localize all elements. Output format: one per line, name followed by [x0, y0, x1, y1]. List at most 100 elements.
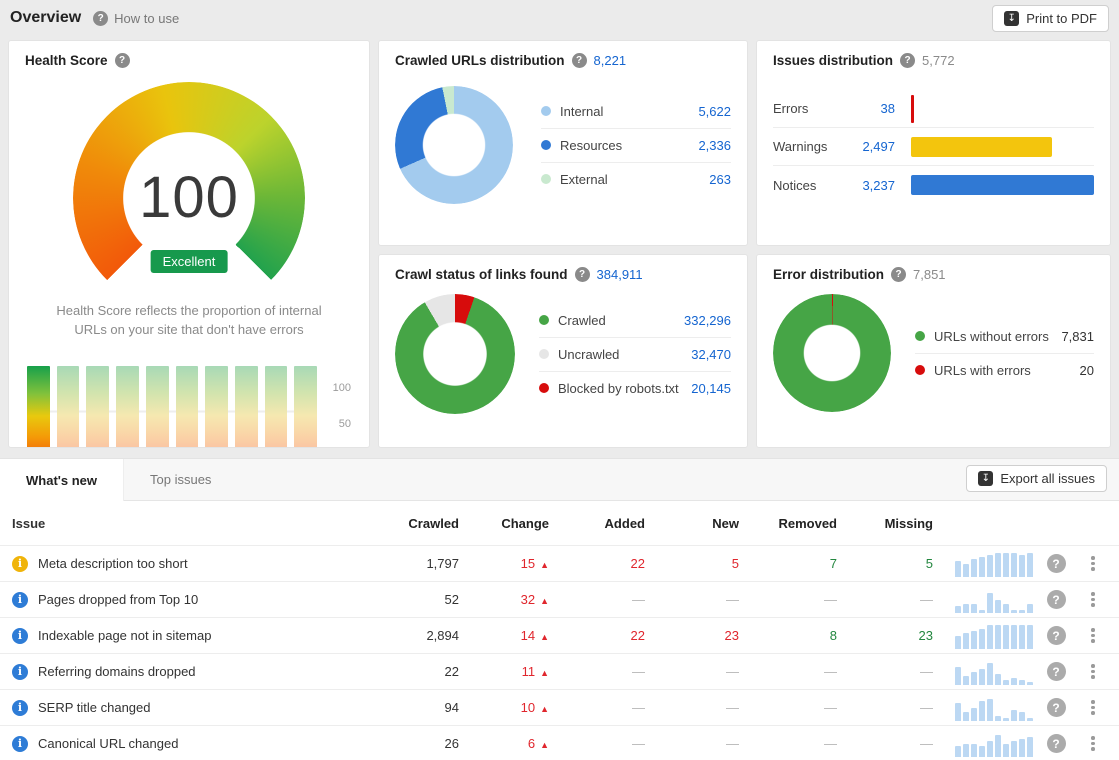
issues-row-notices: Notices 3,237	[773, 166, 1094, 204]
legend-value[interactable]: 263	[709, 172, 731, 187]
legend-value[interactable]: 332,296	[684, 313, 731, 328]
issue-name[interactable]: Indexable page not in sitemap	[38, 628, 211, 643]
card-health-score: Health Score ? 100 Excellent Health Scor…	[8, 40, 370, 448]
health-score-history-chart: 100 50 0	[25, 365, 353, 447]
kebab-menu-icon[interactable]	[1088, 697, 1098, 718]
legend-value[interactable]: 32,470	[691, 347, 731, 362]
history-bar	[234, 365, 258, 447]
health-score-gauge: 100 Excellent	[73, 82, 305, 314]
question-icon[interactable]: ?	[574, 267, 590, 282]
history-bars	[27, 365, 318, 447]
errors-bar	[911, 94, 914, 123]
table-row[interactable]: i Meta description too short 1,797 15 ▲ 2…	[0, 545, 1119, 581]
issues-total: 5,772	[922, 53, 955, 68]
export-all-issues-button[interactable]: ↧ Export all issues	[966, 465, 1107, 492]
card-crawled-urls-distribution: Crawled URLs distribution ? 8,221 Intern…	[378, 40, 748, 246]
removed-count: —	[824, 736, 837, 751]
question-icon[interactable]: ?	[891, 267, 906, 282]
kebab-menu-icon[interactable]	[1088, 661, 1098, 682]
trend-sparkline	[955, 731, 1033, 757]
legend-dot-external	[541, 174, 551, 184]
issues-row-errors: Errors 38	[773, 90, 1094, 128]
legend-value[interactable]: 20,145	[691, 381, 731, 396]
tab-strip: What's new Top issues ↧ Export all issue…	[0, 459, 1119, 501]
severity-icon: i	[12, 735, 28, 752]
table-row[interactable]: i Pages dropped from Top 10 52 32 ▲ — — —…	[0, 581, 1119, 617]
print-to-pdf-button[interactable]: ↧ Print to PDF	[992, 4, 1109, 32]
how-to-use-link[interactable]: ? How to use	[93, 10, 179, 26]
col-added[interactable]: Added	[549, 516, 645, 531]
new-count: —	[726, 592, 739, 607]
legend-value: 20	[1079, 362, 1094, 378]
change-up-triangle-icon: ▲	[540, 632, 549, 642]
change-up-triangle-icon: ▲	[540, 740, 549, 750]
notices-bar	[911, 175, 1094, 195]
issue-name[interactable]: Referring domains dropped	[38, 664, 196, 679]
issue-name[interactable]: SERP title changed	[38, 700, 151, 715]
change-value: 11	[521, 664, 536, 679]
health-score-badge: Excellent	[150, 250, 228, 273]
help-icon[interactable]: ?	[1046, 698, 1066, 717]
help-icon[interactable]: ?	[1046, 590, 1066, 609]
history-bar	[145, 365, 169, 447]
legend-item: Internal 5,622	[541, 95, 731, 129]
added-count: 22	[630, 556, 645, 571]
table-row[interactable]: i Indexable page not in sitemap 2,894 14…	[0, 617, 1119, 653]
crawl-status-legend: Crawled 332,296 Uncrawled 32,470 Blocked…	[539, 304, 731, 405]
removed-count: —	[824, 664, 837, 679]
crawled-count: 22	[444, 664, 459, 679]
legend-value[interactable]: 2,336	[698, 138, 731, 153]
legend-dot-internal	[541, 106, 551, 116]
history-bar	[86, 365, 110, 447]
help-icon[interactable]: ?	[1046, 662, 1066, 681]
col-new[interactable]: New	[645, 516, 739, 531]
trend-sparkline	[955, 695, 1033, 721]
card-title: Crawl status of links found	[395, 267, 568, 282]
kebab-menu-icon[interactable]	[1088, 553, 1098, 574]
history-bar	[116, 365, 139, 447]
legend-dot-crawled	[539, 315, 549, 325]
missing-count: 23	[918, 628, 933, 643]
removed-count: 8	[829, 628, 837, 643]
legend-item: URLs with errors 20	[915, 354, 1094, 387]
issues-row-warnings: Warnings 2,497	[773, 128, 1094, 166]
kebab-menu-icon[interactable]	[1088, 733, 1098, 754]
col-crawled[interactable]: Crawled	[367, 516, 459, 531]
new-count: 5	[731, 556, 739, 571]
col-change[interactable]: Change	[459, 516, 549, 531]
issue-name[interactable]: Pages dropped from Top 10	[38, 592, 198, 607]
table-row[interactable]: i SERP title changed 94 10 ▲ — — — — ?	[0, 689, 1119, 725]
legend-item: Resources 2,336	[541, 129, 731, 163]
tab-top-issues[interactable]: Top issues	[124, 459, 237, 500]
issue-name[interactable]: Canonical URL changed	[38, 736, 178, 751]
question-icon[interactable]: ?	[114, 53, 130, 68]
question-icon[interactable]: ?	[571, 53, 587, 68]
severity-icon: i	[12, 663, 28, 680]
col-issue[interactable]: Issue	[12, 516, 367, 531]
missing-count: —	[920, 736, 933, 751]
change-value: 15	[520, 556, 536, 571]
issue-name[interactable]: Meta description too short	[38, 556, 188, 571]
notices-count[interactable]: 3,237	[845, 178, 895, 193]
legend-value[interactable]: 5,622	[698, 104, 731, 119]
help-icon[interactable]: ?	[1046, 554, 1066, 573]
crawled-count: 52	[444, 592, 459, 607]
added-count: —	[632, 700, 645, 715]
help-icon[interactable]: ?	[1046, 626, 1066, 645]
tab-whats-new[interactable]: What's new	[0, 459, 124, 501]
help-icon[interactable]: ?	[1046, 734, 1066, 753]
card-error-distribution: Error distribution ? 7,851 URLs without …	[756, 254, 1111, 448]
kebab-menu-icon[interactable]	[1088, 589, 1098, 610]
col-missing[interactable]: Missing	[837, 516, 933, 531]
col-removed[interactable]: Removed	[739, 516, 837, 531]
crawled-urls-total[interactable]: 8,221	[594, 53, 627, 68]
crawl-status-total[interactable]: 384,911	[597, 267, 643, 282]
removed-count: —	[824, 592, 837, 607]
warnings-count[interactable]: 2,497	[845, 139, 895, 154]
table-row[interactable]: i Canonical URL changed 26 6 ▲ — — — — ?	[0, 725, 1119, 760]
table-row[interactable]: i Referring domains dropped 22 11 ▲ — — —…	[0, 653, 1119, 689]
errors-count[interactable]: 38	[845, 101, 895, 116]
question-icon[interactable]: ?	[900, 53, 916, 68]
kebab-menu-icon[interactable]	[1088, 625, 1098, 646]
new-count: —	[726, 700, 739, 715]
